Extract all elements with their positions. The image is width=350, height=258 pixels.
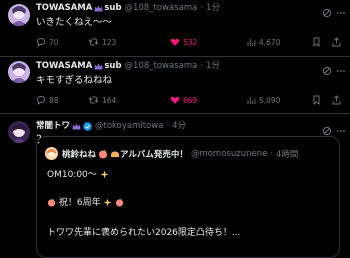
views-count: 4,670	[259, 37, 281, 47]
peach-icon	[116, 198, 124, 207]
display-name-sub: sub	[104, 61, 122, 71]
reply-count: 70	[49, 37, 59, 47]
share-button[interactable]	[332, 37, 344, 47]
sparkle-icon	[100, 170, 109, 179]
views-button[interactable]: 4,670	[246, 37, 280, 47]
quote-line-2: 祝！6周年	[47, 195, 124, 208]
tweet-1[interactable]: TOWASAMA sub @108_towasama · 1分 いきたくねえ〜〜…	[0, 0, 350, 56]
timestamp[interactable]: 4分	[172, 121, 186, 132]
retweet-icon	[88, 96, 99, 104]
separator: ·	[166, 121, 170, 131]
heart-icon	[170, 96, 180, 104]
timestamp[interactable]: 1分	[206, 61, 220, 72]
quote-text-1: OM10:00〜	[47, 170, 97, 180]
avatar[interactable]	[8, 61, 30, 83]
display-name-sub: sub	[104, 3, 122, 13]
peach-icon	[47, 198, 56, 207]
bookmark-button[interactable]	[312, 37, 324, 47]
tweet-text: いきたくねえ〜〜	[36, 17, 113, 28]
views-count: 5,090	[259, 95, 281, 105]
bookmark-icon	[313, 37, 320, 47]
retweet-button[interactable]: 164	[88, 95, 116, 105]
tweet-2[interactable]: TOWASAMA sub @108_towasama · 1分 キモすぎるねねね…	[0, 57, 350, 113]
handle[interactable]: @108_towasama	[125, 61, 198, 72]
bookmark-icon	[313, 95, 320, 105]
crown-icon	[94, 4, 103, 13]
quote-display-name[interactable]: 桃鈴ねね	[62, 148, 96, 160]
bookmark-button[interactable]	[312, 95, 324, 105]
sparkle-icon	[103, 198, 112, 207]
action-bar: 70 123 532 4,670	[36, 37, 342, 49]
reply-button[interactable]: 88	[36, 95, 59, 105]
display-name[interactable]: TOWASAMA	[36, 3, 92, 14]
retweet-button[interactable]: 123	[88, 37, 116, 47]
display-name[interactable]: 常闇トワ	[36, 121, 70, 132]
share-icon	[332, 95, 341, 105]
share-button[interactable]	[332, 95, 344, 105]
quote-avatar[interactable]	[45, 147, 58, 160]
peach-icon	[98, 149, 108, 159]
action-bar: 88 164 669 5,090	[36, 95, 342, 107]
quoted-tweet[interactable]: 桃鈴ねね アルバム発売中！ @momosuzunene · 4時間 OM10:0…	[36, 136, 340, 258]
like-button[interactable]: 669	[170, 95, 197, 105]
quote-timestamp[interactable]: 4時間	[276, 148, 298, 160]
quote-line-1: OM10:00〜	[47, 167, 109, 180]
more-icon[interactable]	[336, 121, 346, 140]
verified-badge-icon	[83, 122, 92, 131]
views-button[interactable]: 5,090	[246, 95, 280, 105]
quote-text-3: トワワ先輩に褒められたい2026限定凸待ち！...	[47, 228, 241, 238]
retweet-count: 164	[102, 95, 117, 105]
display-name[interactable]: TOWASAMA	[36, 61, 92, 72]
separator: ·	[200, 61, 204, 71]
like-count: 669	[183, 95, 198, 105]
avatar[interactable]	[8, 121, 30, 143]
avatar[interactable]	[8, 4, 30, 26]
quote-text-2: 祝！6周年	[58, 198, 101, 208]
views-icon	[247, 39, 256, 46]
share-icon	[332, 37, 341, 47]
reply-icon	[37, 38, 45, 47]
crown-icon	[94, 62, 103, 71]
handle[interactable]: @tokoyamitowa	[95, 121, 163, 132]
like-count: 532	[183, 37, 198, 47]
views-icon	[247, 97, 256, 104]
quote-handle[interactable]: @momosuzunene	[191, 149, 267, 159]
reply-icon	[37, 96, 45, 105]
crown-icon	[72, 122, 81, 131]
reply-button[interactable]: 70	[36, 37, 59, 47]
more-icon[interactable]	[336, 61, 346, 80]
reply-count: 88	[49, 95, 59, 105]
heart-icon	[170, 38, 180, 46]
grok-icon[interactable]	[322, 61, 332, 80]
timestamp[interactable]: 1分	[206, 3, 220, 14]
like-button[interactable]: 532	[170, 37, 197, 47]
separator: ·	[270, 148, 273, 159]
tweet-text: キモすぎるねねね	[36, 75, 113, 86]
retweet-count: 123	[102, 37, 117, 47]
handle[interactable]: @108_towasama	[125, 3, 198, 14]
separator: ·	[200, 3, 204, 13]
more-icon[interactable]	[336, 3, 346, 22]
retweet-icon	[88, 38, 99, 46]
quote-display-name-tail: アルバム発売中！	[120, 149, 188, 160]
grok-icon[interactable]	[322, 3, 332, 22]
bread-icon	[110, 149, 120, 159]
